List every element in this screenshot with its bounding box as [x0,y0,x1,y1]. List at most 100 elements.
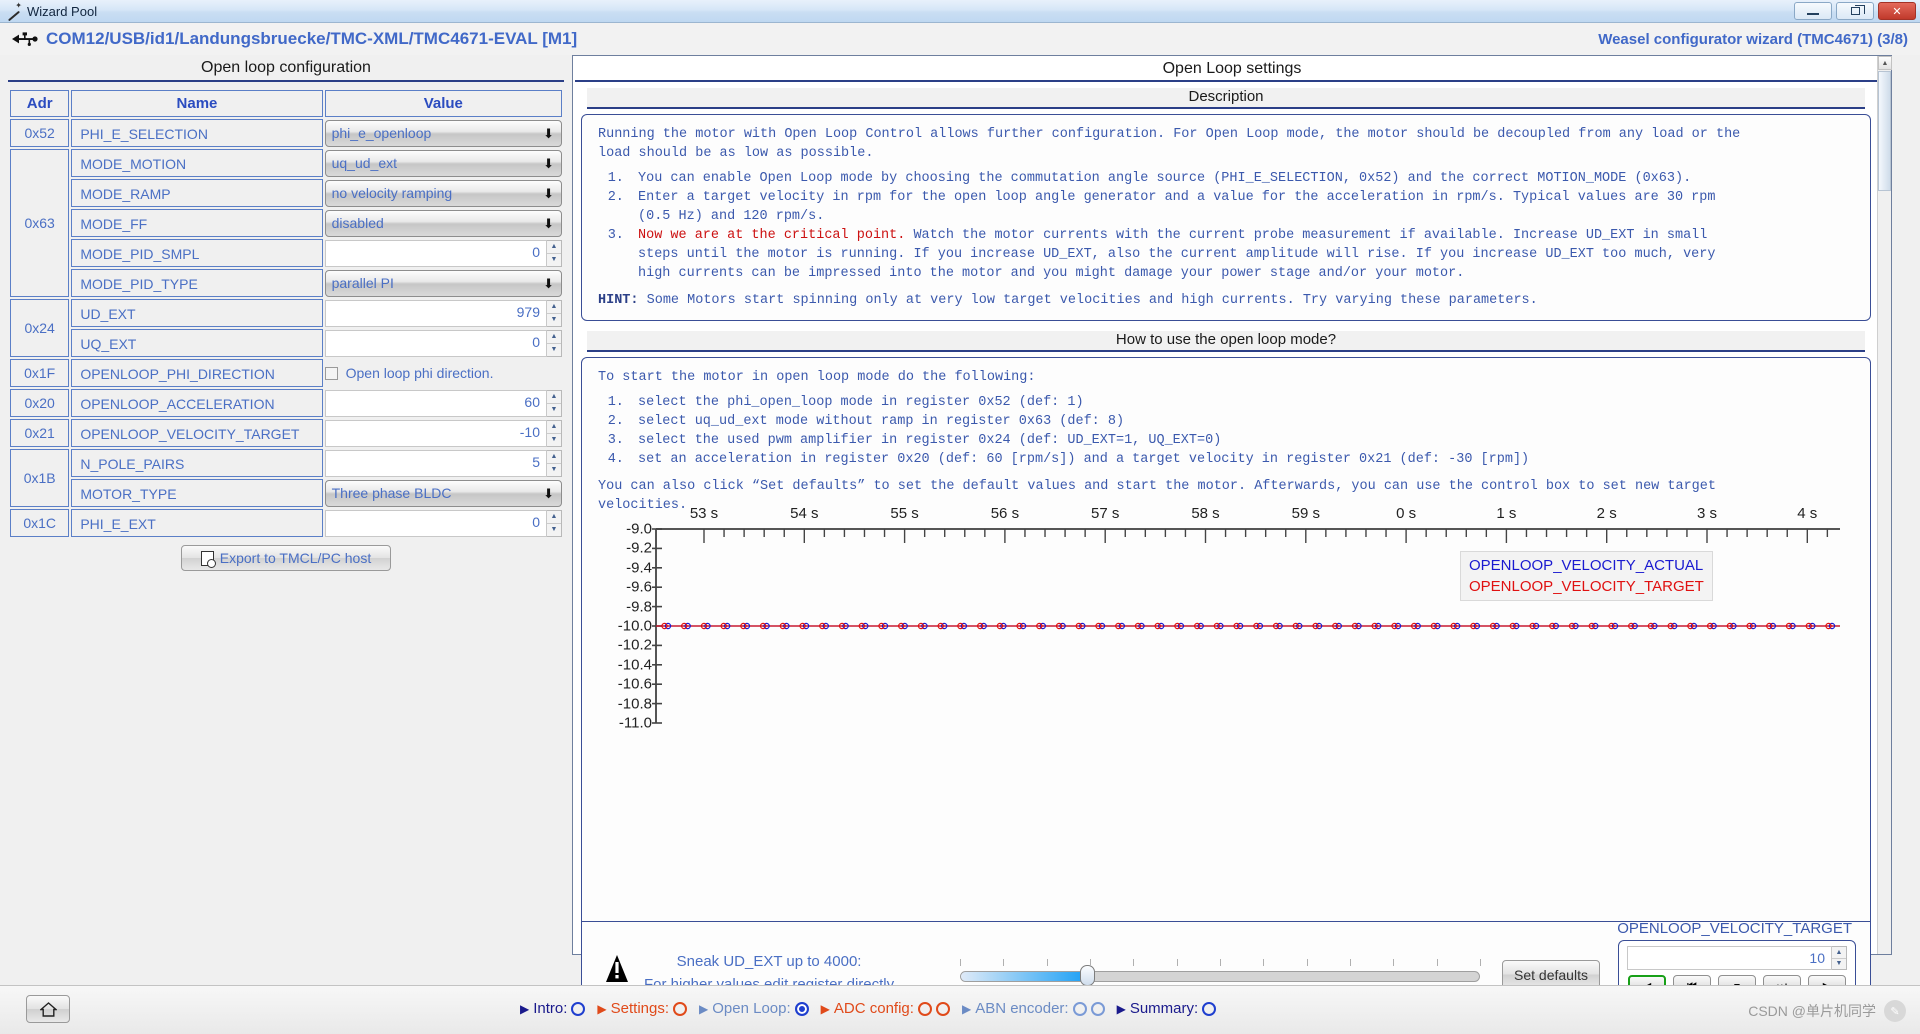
maximize-button[interactable] [1836,2,1874,20]
register-value-input[interactable]: 979 [324,299,547,327]
stepper-buttons[interactable]: ▲ ▼ [547,449,562,477]
spin-down-icon[interactable]: ▼ [547,314,561,326]
register-value-stepper[interactable]: 0 ▲ ▼ [324,239,562,267]
stepper-buttons[interactable]: ▲ ▼ [547,329,562,357]
document-export-icon [200,550,216,568]
target-velocity-input[interactable]: 10 [1627,946,1832,970]
chevron-down-icon[interactable]: ⬇ [543,486,554,502]
spin-down-icon[interactable]: ▼ [547,434,561,446]
stepper-buttons[interactable]: ▲ ▼ [547,419,562,447]
right-panel-scrollbar[interactable]: ▲ [1877,56,1892,954]
spin-down-icon[interactable]: ▼ [547,254,561,266]
spin-up-icon[interactable]: ▲ [547,301,561,314]
chart-x-tick-labels: 53 s 54 s 55 s 56 s 57 s 58 s 59 s 0 s 1 s 2 s 3 s… [652,505,1832,523]
step-arrow-icon: ▶ [1116,1001,1126,1016]
chart-x-tick: 3 s [1696,505,1718,522]
target-velocity-spin-buttons[interactable]: ▲ ▼ [1832,946,1847,970]
chevron-down-icon[interactable]: ⬇ [543,276,554,292]
register-value-input[interactable]: 5 [324,449,547,477]
step-arrow-icon: ▶ [820,1001,830,1016]
scroll-up-button[interactable]: ▲ [1878,56,1892,70]
register-address: 0x21 [10,419,70,447]
watermark-text: CSDN @单片机同学 [1748,1003,1876,1019]
chevron-down-icon[interactable]: ⬇ [543,156,554,172]
chevron-down-icon[interactable]: ⬇ [543,186,554,202]
register-value-stepper[interactable]: -10 ▲ ▼ [324,419,562,447]
spin-up-icon[interactable]: ▲ [547,331,561,344]
window-title: Wizard Pool [27,3,98,19]
register-value-input[interactable]: 0 [324,329,547,357]
spin-up-icon[interactable]: ▲ [547,421,561,434]
stepper-buttons[interactable]: ▲ ▼ [547,509,562,537]
checkbox-icon[interactable] [324,366,338,380]
spin-up-icon[interactable]: ▲ [547,451,561,464]
register-address: 0x24 [10,299,70,357]
register-value-stepper[interactable]: 0 ▲ ▼ [324,329,562,357]
spin-up-icon[interactable]: ▲ [547,511,561,524]
step-arrow-icon: ▶ [961,1001,972,1016]
chevron-down-icon[interactable]: ⬇ [543,216,554,232]
spin-down-icon[interactable]: ▼ [547,344,561,356]
register-value-cell: 0 ▲ ▼ [324,239,562,267]
spin-up-icon[interactable]: ▲ [547,391,561,404]
spin-down-icon[interactable]: ▼ [547,404,561,416]
register-value-stepper[interactable]: 5 ▲ ▼ [324,449,562,477]
table-header-row: Adr Name Value [10,90,562,117]
stepper-buttons[interactable]: ▲ ▼ [547,389,562,417]
register-value-dropdown[interactable]: uq_ud_ext ⬇ [324,149,562,177]
register-name-label: OPENLOOP_PHI_DIRECTION [71,359,323,387]
register-value-cell: no velocity ramping ⬇ [324,179,562,207]
legend-entry-actual: OPENLOOP_VELOCITY_ACTUAL [1469,557,1704,574]
wizard-step-settings[interactable]: ▶ Settings: [597,1000,688,1017]
spin-up-icon[interactable]: ▲ [1832,947,1846,959]
ud-ext-slider[interactable] [960,959,1481,992]
scroll-thumb[interactable] [1878,71,1891,191]
target-velocity-stepper[interactable]: 10 ▲ ▼ [1627,946,1847,970]
home-button[interactable] [26,995,70,1023]
column-header-value: Value [324,90,562,117]
export-to-tmcl-button[interactable]: Export to TMCL/PC host [181,545,391,571]
register-name-label: MODE_PID_SMPL [71,239,323,267]
register-value-stepper[interactable]: 0 ▲ ▼ [324,509,562,537]
register-value-stepper[interactable]: 979 ▲ ▼ [324,299,562,327]
register-value-dropdown[interactable]: Three phase BLDC ⬇ [324,479,562,507]
register-name-cell: MODE_FF [71,209,323,237]
spin-up-icon[interactable]: ▲ [547,241,561,254]
chart-x-tick: 54 s [790,505,819,522]
left-panel-divider [8,80,564,82]
chevron-down-icon[interactable]: ⬇ [543,126,554,142]
register-name-cell: OPENLOOP_PHI_DIRECTION [71,359,323,387]
register-value-input[interactable]: 60 [324,389,547,417]
register-value-input[interactable]: 0 [324,509,547,537]
register-value-dropdown[interactable]: phi_e_openloop ⬇ [324,119,562,147]
minimize-button[interactable] [1794,2,1832,20]
wizard-step-openloop[interactable]: ▶ Open Loop: [699,1000,809,1017]
register-name-label: PHI_E_SELECTION [71,119,323,147]
register-value-input[interactable]: -10 [324,419,547,447]
register-value-dropdown[interactable]: no velocity ramping ⬇ [324,179,562,207]
wizard-step-summary[interactable]: ▶ Summary: [1117,1000,1217,1017]
spin-down-icon[interactable]: ▼ [547,524,561,536]
stepper-buttons[interactable]: ▲ ▼ [547,299,562,327]
chart-x-tick: 57 s [1091,505,1120,522]
stepper-buttons[interactable]: ▲ ▼ [547,239,562,267]
spin-down-icon[interactable]: ▼ [1832,959,1846,970]
register-value-checkbox-row[interactable]: Open loop phi direction. [324,360,562,387]
slider-tick [1393,959,1395,966]
wizard-step-intro[interactable]: ▶ Intro: [520,1000,586,1017]
usb-icon [12,31,38,47]
chart-y-tick-labels: -9.0 -9.2 -9.4 -9.6 -9.8 -10.0 -10.2 -10.4 -10.6… [596,521,652,733]
chart-y-tick: -9.6 [626,578,652,596]
wizard-step-abnencoder[interactable]: ▶ ABN encoder: [962,1000,1105,1017]
register-value-dropdown[interactable]: parallel PI ⬇ [324,269,562,297]
spin-down-icon[interactable]: ▼ [547,464,561,476]
register-value-dropdown[interactable]: disabled ⬇ [324,209,562,237]
slider-thumb[interactable] [1080,965,1096,986]
close-button[interactable]: ✕ [1878,2,1916,20]
register-value-stepper[interactable]: 60 ▲ ▼ [324,389,562,417]
export-button-label: Export to TMCL/PC host [219,550,372,566]
howto-list-item: select the used pwm amplifier in registe… [632,431,1858,450]
wizard-step-adcconfig[interactable]: ▶ ADC config: [821,1000,950,1017]
step-arrow-icon: ▶ [699,1001,709,1016]
register-value-input[interactable]: 0 [324,239,547,267]
